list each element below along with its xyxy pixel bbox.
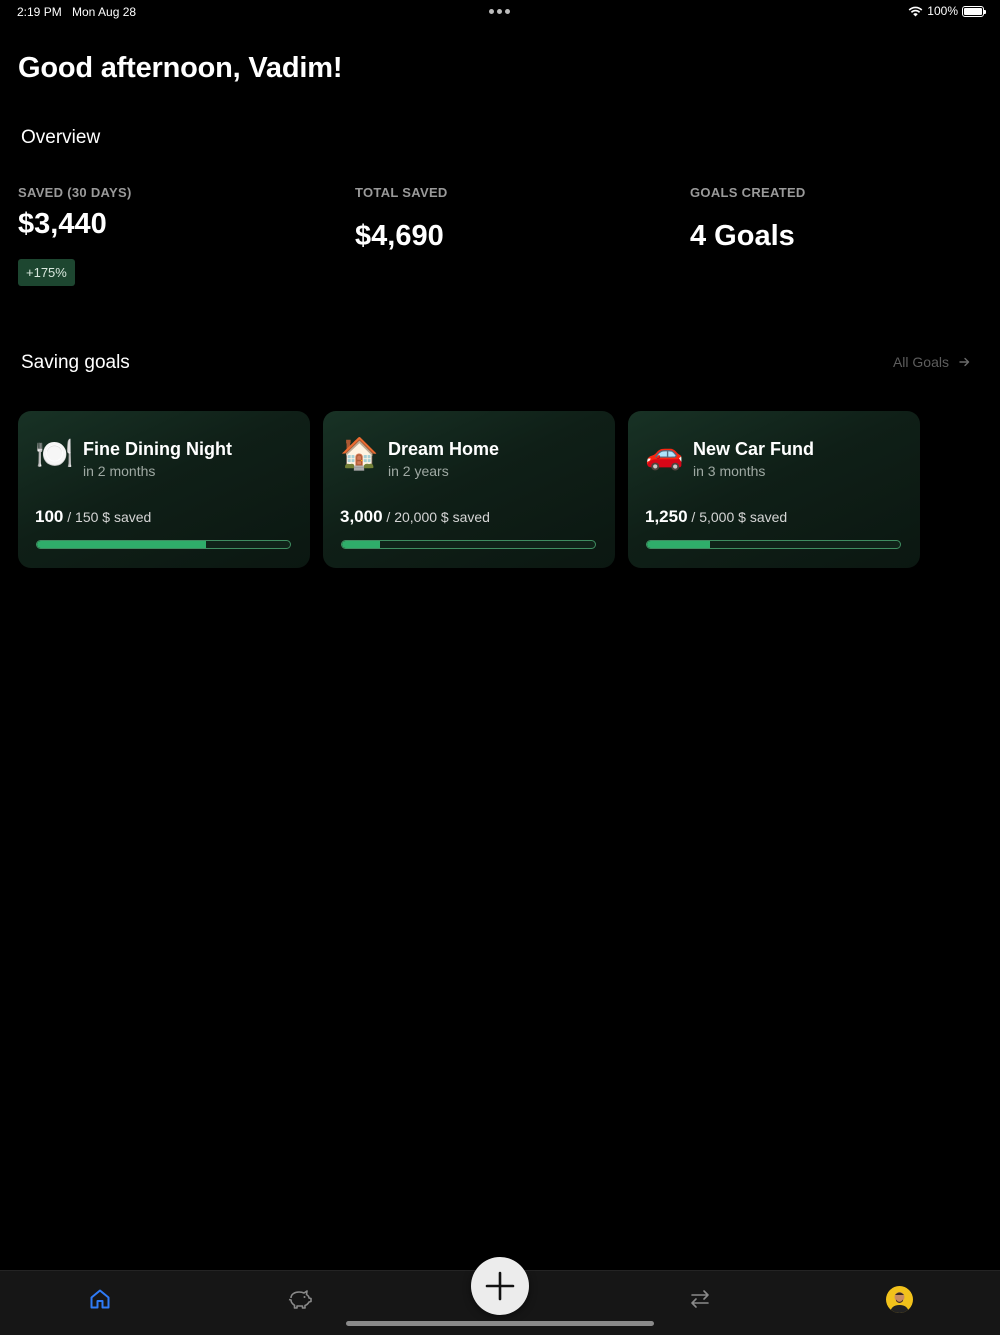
- goal-card[interactable]: 🍽️ Fine Dining Night in 2 months 100 / 1…: [18, 411, 310, 568]
- stat-goals-created: GOALS CREATED 4 Goals: [690, 185, 806, 253]
- stat-value: $4,690: [355, 220, 444, 252]
- goal-timeframe: in 2 months: [83, 463, 156, 479]
- battery-percent: 100%: [927, 4, 958, 18]
- goal-target: / 5,000 $ saved: [687, 509, 788, 525]
- status-time: 2:19 PM: [17, 5, 62, 19]
- goal-card[interactable]: 🏠 Dream Home in 2 years 3,000 / 20,000 $…: [323, 411, 615, 568]
- goal-target: / 20,000 $ saved: [382, 509, 490, 525]
- greeting-title: Good afternoon, Vadim!: [18, 52, 343, 84]
- stat-label: SAVED (30 DAYS): [18, 185, 132, 200]
- home-indicator[interactable]: [346, 1321, 654, 1326]
- goal-saved-amount: 3,000: [340, 507, 383, 526]
- goal-card[interactable]: 🚗 New Car Fund in 3 months 1,250 / 5,000…: [628, 411, 920, 568]
- stat-saved-30-days: SAVED (30 DAYS) $3,440: [18, 185, 132, 241]
- transfer-icon: [691, 1290, 709, 1308]
- profile-avatar: [885, 1285, 913, 1313]
- tab-savings[interactable]: [286, 1285, 314, 1313]
- goal-progress-bar: [646, 540, 901, 549]
- plus-icon: [485, 1271, 515, 1301]
- add-button[interactable]: [471, 1257, 529, 1315]
- stat-value: 4 Goals: [690, 220, 795, 252]
- goal-progress-text: 100 / 150 $ saved: [35, 507, 151, 527]
- battery-icon: [962, 5, 986, 17]
- goal-saved-amount: 100: [35, 507, 64, 526]
- overview-title: Overview: [21, 127, 101, 148]
- stat-label: GOALS CREATED: [690, 185, 806, 200]
- goal-progress-text: 3,000 / 20,000 $ saved: [340, 507, 490, 527]
- change-badge: +175%: [18, 259, 75, 286]
- saving-goals-title: Saving goals: [21, 352, 130, 373]
- plate-cutlery-icon: 🍽️: [35, 436, 74, 471]
- piggy-bank-icon: [288, 1290, 312, 1309]
- status-date: Mon Aug 28: [72, 5, 137, 19]
- home-icon: [90, 1289, 110, 1309]
- car-icon: 🚗: [645, 436, 684, 471]
- goal-timeframe: in 2 years: [388, 463, 449, 479]
- goal-timeframe: in 3 months: [693, 463, 766, 479]
- tab-transfers[interactable]: [686, 1285, 714, 1313]
- status-bar: 2:19 PM Mon Aug 28 100%: [0, 0, 1000, 24]
- wifi-icon: [908, 6, 923, 16]
- all-goals-link[interactable]: All Goals: [893, 354, 970, 370]
- goal-title: Dream Home: [388, 439, 500, 459]
- goal-cards: 🍽️ Fine Dining Night in 2 months 100 / 1…: [18, 411, 920, 568]
- goal-progress-fill: [342, 541, 380, 548]
- house-icon: 🏠: [340, 436, 379, 471]
- arrow-right-icon: [959, 357, 970, 367]
- multitasking-dots-icon[interactable]: [489, 9, 510, 14]
- tab-profile[interactable]: [885, 1285, 913, 1313]
- person-icon: [889, 1291, 909, 1313]
- goal-progress-bar: [36, 540, 291, 549]
- goal-progress-fill: [37, 541, 206, 548]
- all-goals-label: All Goals: [892, 354, 949, 370]
- goal-title: New Car Fund: [693, 439, 815, 459]
- goal-progress-text: 1,250 / 5,000 $ saved: [645, 507, 787, 527]
- status-right: 100%: [908, 4, 986, 18]
- tab-home[interactable]: [86, 1285, 114, 1313]
- goal-progress-bar: [341, 540, 596, 549]
- stat-value: $3,440: [18, 208, 107, 240]
- stat-label: TOTAL SAVED: [355, 185, 448, 200]
- goal-saved-amount: 1,250: [645, 507, 688, 526]
- stat-total-saved: TOTAL SAVED $4,690: [355, 185, 448, 253]
- goal-title: Fine Dining Night: [83, 439, 232, 459]
- goal-progress-fill: [647, 541, 711, 548]
- goal-target: / 150 $ saved: [63, 509, 152, 525]
